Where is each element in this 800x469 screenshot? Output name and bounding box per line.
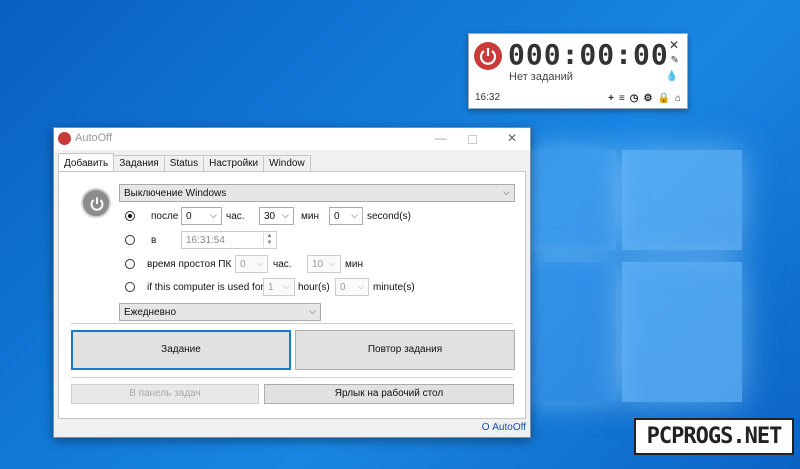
repeat-select[interactable]: Ежедневно ⌵ (119, 303, 321, 321)
action-select[interactable]: Выключение Windows ⌵ (119, 184, 515, 202)
at-time-field[interactable]: 16:31:54 ▲ ▼ (181, 231, 277, 249)
maximize-button[interactable] (468, 135, 477, 144)
idle-hours-select[interactable]: 0 ⌵ (235, 255, 268, 273)
chevron-down-icon: ⌵ (282, 210, 289, 220)
add-task-panel: Выключение Windows ⌵ после 0 ⌵ час. 30 ⌵ м… (58, 171, 526, 419)
logo-pane (622, 150, 742, 250)
chevron-down-icon: ⌵ (329, 258, 336, 268)
repeat-select-value: Ежедневно (124, 307, 177, 318)
idle-minutes-unit: мин (345, 259, 363, 270)
chevron-down-icon: ⌵ (309, 306, 316, 316)
radio-at[interactable] (125, 235, 135, 245)
tab-add[interactable]: Добавить (58, 153, 115, 172)
after-seconds-unit: second(s) (367, 211, 411, 222)
tab-window[interactable]: Window (263, 155, 311, 172)
logo-pane (622, 262, 742, 402)
at-time-value: 16:31:54 (186, 235, 225, 246)
minimize-button[interactable]: — (435, 131, 447, 145)
after-hours-unit: час. (226, 211, 245, 222)
drop-icon[interactable]: 💧 (666, 71, 678, 82)
tab-tasks[interactable]: Задания (113, 155, 165, 172)
plus-icon[interactable]: + (608, 93, 614, 104)
close-button[interactable]: ✕ (507, 131, 517, 145)
timer-status: Нет заданий (509, 71, 573, 83)
title-bar[interactable]: AutoOff — ✕ (54, 128, 530, 150)
at-label: в (151, 235, 157, 246)
list-icon[interactable]: ≡ (619, 93, 625, 104)
lock-icon[interactable]: 🔒 (658, 93, 670, 104)
window-title: AutoOff (75, 132, 113, 144)
after-hours-select[interactable]: 0 ⌵ (181, 207, 222, 225)
radio-used[interactable] (125, 282, 135, 292)
after-minutes-select[interactable]: 30 ⌵ (259, 207, 294, 225)
used-minutes-value: 0 (340, 282, 346, 293)
after-minutes-value: 30 (264, 211, 276, 222)
gear-icon[interactable]: ⚙ (644, 93, 653, 104)
after-label: после (151, 211, 179, 222)
used-minutes-unit: minute(s) (373, 282, 415, 293)
chevron-down-icon: ⌵ (357, 281, 364, 291)
after-seconds-value: 0 (334, 211, 340, 222)
tray-button[interactable]: В панель задач (71, 384, 259, 404)
chevron-down-icon: ⌵ (210, 210, 217, 220)
idle-hours-value: 0 (240, 259, 246, 270)
divider (71, 377, 513, 378)
time-spinner[interactable]: ▲ ▼ (263, 233, 275, 247)
radio-after[interactable] (125, 211, 135, 221)
app-icon (58, 132, 71, 145)
after-seconds-select[interactable]: 0 ⌵ (329, 207, 363, 225)
home-icon[interactable]: ⌂ (675, 93, 681, 104)
idle-minutes-value: 10 (312, 259, 324, 270)
timer-widget: 000:00:00 Нет заданий ✕ ✎ 💧 16:32 + ≡ ◷ … (468, 33, 688, 109)
chevron-down-icon: ⌵ (503, 187, 510, 197)
used-hours-value: 1 (268, 282, 274, 293)
clock-icon[interactable]: ◷ (630, 93, 639, 104)
after-minutes-unit: мин (301, 211, 319, 222)
task-button[interactable]: Задание (71, 330, 291, 370)
about-link[interactable]: О AutoOff (482, 422, 526, 433)
radio-idle[interactable] (125, 259, 135, 269)
action-select-value: Выключение Windows (124, 188, 227, 199)
divider (71, 323, 513, 324)
power-icon (81, 188, 111, 218)
chevron-down-icon: ⌵ (351, 210, 358, 220)
idle-minutes-select[interactable]: 10 ⌵ (307, 255, 341, 273)
logo-pane (528, 150, 616, 250)
watermark: PCPROGS.NET (634, 418, 794, 455)
tab-settings[interactable]: Настройки (203, 155, 265, 172)
used-minutes-select[interactable]: 0 ⌵ (335, 278, 369, 296)
used-hours-unit: hour(s) (298, 282, 330, 293)
chevron-down-icon: ⌵ (256, 258, 263, 268)
used-hours-select[interactable]: 1 ⌵ (263, 278, 295, 296)
tab-bar: Добавить Задания Status Настройки Window (58, 153, 311, 172)
timer-toolbar: + ≡ ◷ ⚙ 🔒 ⌂ (608, 93, 681, 104)
pin-icon[interactable]: ✎ (671, 55, 679, 66)
close-icon[interactable]: ✕ (669, 38, 679, 52)
logo-pane (528, 262, 616, 402)
idle-label: время простоя ПК (147, 259, 232, 270)
repeat-task-button[interactable]: Повтор задания (295, 330, 515, 370)
clock-time: 16:32 (475, 92, 501, 103)
countdown-display: 000:00:00 (508, 38, 669, 71)
desktop-shortcut-button[interactable]: Ярлык на рабочий стол (264, 384, 514, 404)
used-label: if this computer is used for (147, 282, 264, 293)
windows-logo (528, 150, 742, 430)
after-hours-value: 0 (186, 211, 192, 222)
idle-hours-unit: час. (273, 259, 292, 270)
autooff-window: AutoOff — ✕ Добавить Задания Status Наст… (53, 127, 531, 438)
tab-status[interactable]: Status (163, 155, 205, 172)
power-icon[interactable] (474, 42, 502, 70)
chevron-down-icon: ⌵ (283, 281, 290, 291)
